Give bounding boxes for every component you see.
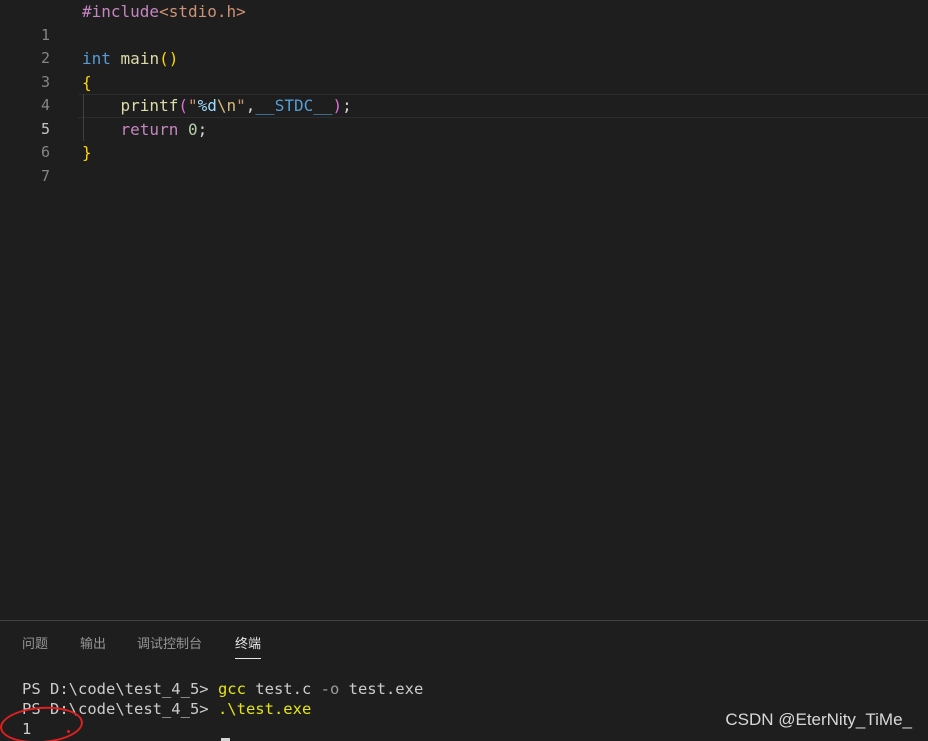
brace-open: { [82,72,92,92]
return-keyword: return [120,119,179,139]
code-text[interactable]: int main() [82,47,178,71]
string-quote: " [236,96,246,115]
code-line-5[interactable]: 5 printf("%d\n",__STDC__); [0,94,928,138]
tab-problems[interactable]: 问题 [22,633,48,659]
code-line-1[interactable]: 1 #include<stdio.h> [0,0,928,44]
macro-name: __STDC__ [255,96,333,115]
string-quote: " [187,96,198,115]
terminal-command: gcc [217,680,246,698]
vscode-window: 1 #include<stdio.h> 2 3 int main() 4 { 5… [0,0,928,741]
code-line-4[interactable]: 4 { [0,71,928,115]
tab-output[interactable]: 输出 [80,633,106,659]
type-keyword: int [82,49,111,68]
code-line-2[interactable]: 2 [0,24,928,67]
paren-open: ( [178,96,188,115]
terminal-output[interactable]: PS D:\code\test_4_5> gcc test.c -o test.… [22,679,423,739]
terminal-prompt: PS D:\code\test_4_5> [22,680,218,698]
code-text[interactable]: #include<stdio.h> [82,0,246,24]
line-number: 7 [40,166,50,185]
code-text[interactable]: return 0; [82,118,208,142]
terminal-flag: -o [320,680,340,698]
code-text[interactable]: { [82,71,92,95]
terminal-arg: test.c [245,680,321,698]
escape-sequence: \n [216,96,237,115]
watermark: CSDN @EterNity_TiMe_ [725,710,912,729]
code-text[interactable]: } [82,141,92,165]
semicolon: ; [342,96,352,115]
tab-terminal[interactable]: 终端 [235,633,262,659]
include-directive: #include [82,2,160,21]
number-literal: 0 [187,119,198,139]
terminal-line-2: PS D:\code\test_4_5> .\test.exe [22,699,423,719]
terminal-arg: test.exe [339,680,424,698]
code-text[interactable]: printf("%d\n",__STDC__); [82,94,352,118]
code-line-3[interactable]: 3 int main() [0,47,928,91]
paren-open: ( [159,49,169,68]
semicolon: ; [197,119,208,139]
tab-debug-console[interactable]: 调试控制台 [137,633,202,659]
terminal-line-1: PS D:\code\test_4_5> gcc test.c -o test.… [22,679,423,699]
terminal-command: .\test.exe [217,700,312,718]
code-editor[interactable]: 1 #include<stdio.h> 2 3 int main() 4 { 5… [0,0,928,620]
code-line-6[interactable]: 6 return 0; [0,118,928,162]
function-call: printf [120,96,179,115]
comma: , [245,96,256,115]
paren-close: ) [168,49,179,68]
function-name: main [120,49,160,68]
annotation-dot [67,730,70,733]
paren-close: ) [332,96,343,115]
format-specifier: %d [197,96,217,115]
panel-tabs: 问题 输出 调试控制台 终端 [0,621,928,661]
code-line-7[interactable]: 7 } [0,141,928,185]
header-name: <stdio.h> [159,2,246,21]
indent-guide [83,94,84,141]
brace-close: } [82,143,92,162]
